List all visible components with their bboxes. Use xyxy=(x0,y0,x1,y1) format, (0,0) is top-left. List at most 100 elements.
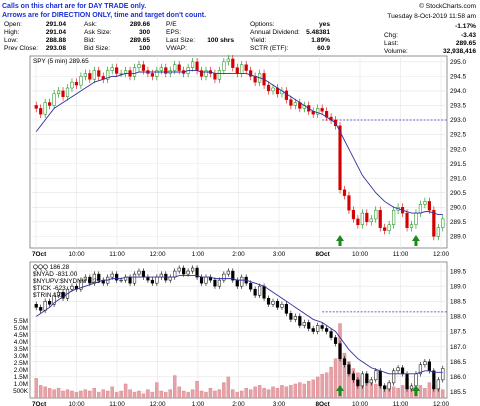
volume-bar xyxy=(307,380,311,399)
quote-label: Prev Close: xyxy=(4,45,38,52)
stat-value: yes xyxy=(319,21,330,28)
candle-body xyxy=(56,90,61,95)
volume-bar xyxy=(275,388,280,399)
y-tick-label: 291.0 xyxy=(450,175,466,182)
volume-bar xyxy=(137,390,141,399)
candle-body xyxy=(347,195,351,211)
volume-bar xyxy=(315,376,320,399)
quote-label: P/E xyxy=(166,21,177,28)
volume-bar xyxy=(132,392,137,399)
volume-bar xyxy=(83,389,88,399)
candle-body xyxy=(168,276,172,281)
candle-body xyxy=(128,276,132,284)
volume-bar xyxy=(441,389,445,399)
candle-body xyxy=(387,382,391,390)
x-tick-label: 12:00 xyxy=(433,251,449,258)
candle-body xyxy=(48,301,52,305)
candle-body xyxy=(150,279,154,284)
volume-tick-label: 5.0M xyxy=(14,325,28,332)
candle-body xyxy=(284,90,288,100)
candle-body xyxy=(423,201,427,205)
quote-value: 289.66 xyxy=(130,21,151,28)
candle-body xyxy=(186,270,190,275)
x-tick-label: 12:00 xyxy=(433,401,449,406)
candle-body xyxy=(409,224,414,228)
candle-body xyxy=(360,373,364,387)
candle-body xyxy=(302,322,306,326)
volume-bar xyxy=(61,390,65,399)
volume-bar xyxy=(293,383,298,399)
volume-bar xyxy=(289,385,293,399)
legend-entry: $TICK -623 xyxy=(33,285,66,292)
candle-body xyxy=(83,73,87,77)
candle-body xyxy=(316,325,320,332)
volume-tick-label: 1.0M xyxy=(14,381,28,388)
x-tick-label: 11:00 xyxy=(393,251,409,258)
y-tick-label: 295.0 xyxy=(450,59,466,66)
candle-body xyxy=(88,73,92,80)
volume-bar xyxy=(177,386,181,399)
x-tick-label: 11:00 xyxy=(109,251,125,258)
candle-body xyxy=(74,81,79,86)
candle-body xyxy=(65,87,70,97)
volume-bar xyxy=(128,389,132,399)
volume-bar xyxy=(43,386,47,399)
candle-body xyxy=(351,373,356,381)
candle-body xyxy=(258,285,262,296)
quote-label: High: xyxy=(4,29,20,36)
volume-bar xyxy=(284,386,289,399)
volume-bar xyxy=(141,393,146,399)
quote-label: Last Size: xyxy=(166,37,195,44)
candle-body xyxy=(222,273,226,281)
candle-body xyxy=(52,93,56,106)
candle-body xyxy=(365,373,369,384)
candle-body xyxy=(271,301,275,305)
quote-label: Low: xyxy=(4,37,18,44)
candle-body xyxy=(262,285,266,299)
candle-body xyxy=(177,267,181,272)
candle-body xyxy=(369,218,373,223)
candle-body xyxy=(275,301,280,308)
y-tick-label: 290.0 xyxy=(450,204,466,211)
volume-bar xyxy=(65,389,70,399)
x-tick-label: 11:00 xyxy=(393,401,409,406)
volume-bar xyxy=(159,390,164,399)
x-tick-label: 10:00 xyxy=(352,401,368,406)
volume-bar xyxy=(38,385,43,399)
candle-body xyxy=(365,212,369,223)
volume-bar xyxy=(146,389,150,399)
volume-bar xyxy=(427,382,432,399)
candle-body xyxy=(427,361,431,372)
volume-tick-label: 3.5M xyxy=(14,346,28,353)
stat-value: 32,938,416 xyxy=(443,48,476,55)
candle-body xyxy=(418,204,423,214)
candle-body xyxy=(405,212,409,228)
volume-bar xyxy=(298,382,302,399)
volume-bar xyxy=(262,388,266,399)
candle-body xyxy=(378,370,382,387)
volume-bar xyxy=(329,366,333,399)
quote-value: 293.08 xyxy=(46,45,67,52)
candle-body xyxy=(289,99,293,106)
candle-body xyxy=(333,337,338,344)
volume-bar xyxy=(97,392,101,399)
candle-body xyxy=(213,279,217,287)
candle-body xyxy=(338,125,342,191)
y-tick-label: 294.5 xyxy=(450,74,466,81)
candle-body xyxy=(79,76,83,86)
candle-body xyxy=(253,76,257,83)
volume-bar xyxy=(231,389,235,399)
quote-value: 100 xyxy=(139,45,150,52)
candle-body xyxy=(141,64,146,71)
candle-body xyxy=(235,279,239,287)
volume-bar xyxy=(396,388,400,399)
volume-tick-label: 500K xyxy=(13,388,29,395)
candle-body xyxy=(226,270,230,275)
candle-body xyxy=(356,379,360,387)
candle-body xyxy=(244,64,248,71)
candle-body xyxy=(360,212,364,225)
candle-body xyxy=(441,218,445,228)
quote-label: Bid: xyxy=(84,37,96,44)
y-tick-label: 189.5 xyxy=(450,268,466,275)
y-tick-label: 189.0 xyxy=(450,283,466,290)
